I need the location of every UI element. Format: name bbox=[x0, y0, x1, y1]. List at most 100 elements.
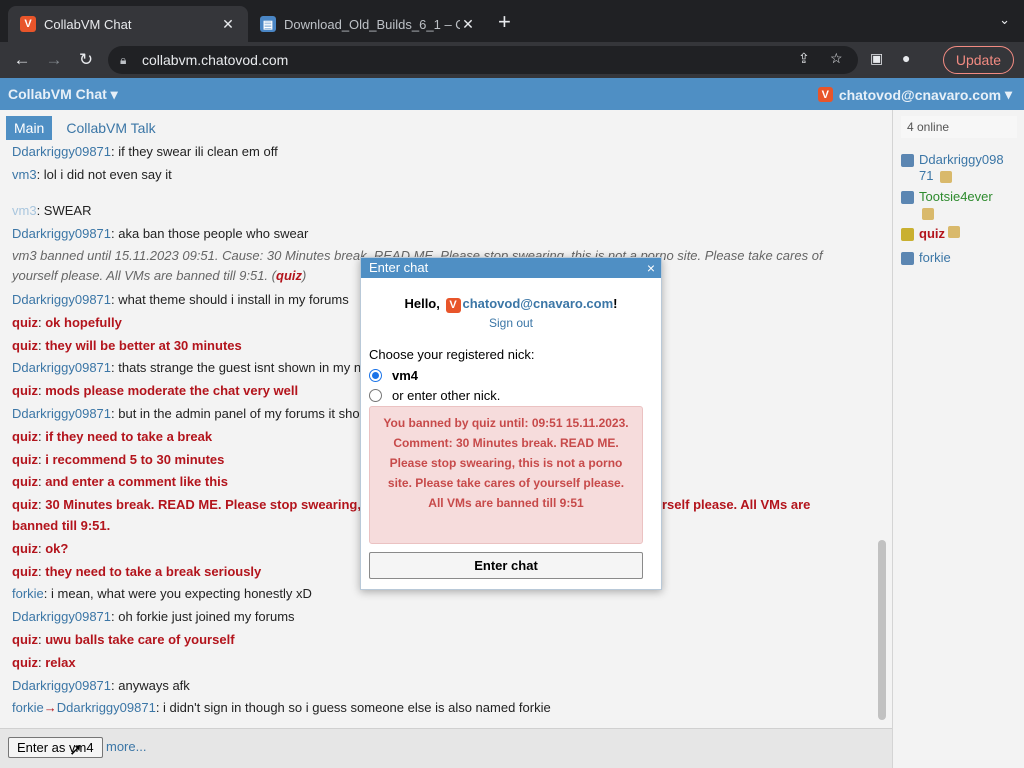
browser-toolbar: ← → ↻ 🔒︎ collabvm.chatovod.com ⇪ ☆ ▣ ● U… bbox=[0, 42, 1024, 78]
message-text: 30 Minutes break. READ ME. Please stop s… bbox=[45, 497, 361, 512]
chat-tabs: Main CollabVM Talk bbox=[6, 116, 170, 140]
user-icon bbox=[901, 228, 914, 241]
update-button[interactable]: Update bbox=[942, 46, 1014, 74]
forward-arrow-icon[interactable]: → bbox=[44, 50, 64, 70]
lock-icon: 🔒︎ bbox=[120, 53, 127, 67]
browser-tabbar: V CollabVM Chat ✕ ▤ Download_Old_Builds_… bbox=[0, 0, 1024, 42]
nick-option-label: vm4 bbox=[392, 368, 419, 383]
sign-out-link[interactable]: Sign out bbox=[361, 316, 661, 330]
message-nick[interactable]: quiz bbox=[12, 338, 38, 353]
radio-unchecked[interactable] bbox=[369, 389, 382, 402]
chatovod-logo-icon: V bbox=[445, 297, 461, 313]
message-text: uwu balls take care of yourself bbox=[45, 632, 235, 647]
message-nick[interactable]: quiz bbox=[12, 429, 38, 444]
message-nick[interactable]: Ddarkriggy09871 bbox=[12, 226, 111, 241]
online-count: 4 online bbox=[901, 116, 1017, 138]
chat-scrollbar[interactable] bbox=[878, 540, 886, 720]
side-panel-icon[interactable]: ▣ bbox=[870, 50, 883, 67]
nick-option-registered[interactable]: vm4 bbox=[369, 368, 418, 383]
chat-message: quiz: uwu balls take care of yourself bbox=[12, 632, 235, 647]
hello-email[interactable]: chatovod@cnavaro.com bbox=[463, 296, 614, 311]
chat-message: Ddarkriggy09871: aka ban those people wh… bbox=[12, 226, 309, 241]
url-text: collabvm.chatovod.com bbox=[142, 52, 289, 68]
user-name: forkie bbox=[919, 250, 951, 265]
tab-collabvm-talk[interactable]: CollabVM Talk bbox=[58, 116, 163, 140]
message-nick[interactable]: quiz bbox=[12, 474, 38, 489]
private-arrow: → bbox=[43, 700, 57, 715]
browser-tab-download[interactable]: ▤ Download_Old_Builds_6_1 – O ✕ bbox=[248, 6, 488, 42]
user-item[interactable]: forkie bbox=[901, 250, 951, 266]
chat-message: forkie→Ddarkriggy09871: i didn't sign in… bbox=[12, 700, 551, 715]
more-link[interactable]: more... bbox=[106, 739, 146, 754]
message-nick[interactable]: Ddarkriggy09871 bbox=[12, 144, 111, 159]
message-text-continued: rself please. All VMs are bbox=[662, 497, 811, 512]
message-text: but in the admin panel of my forums it s… bbox=[118, 406, 360, 421]
share-icon[interactable]: ⇪ bbox=[798, 50, 810, 67]
address-bar[interactable]: 🔒︎ collabvm.chatovod.com bbox=[108, 46, 858, 74]
message-text: they need to take a break seriously bbox=[45, 564, 262, 579]
tab-main[interactable]: Main bbox=[6, 116, 53, 140]
system-by[interactable]: quiz bbox=[276, 268, 302, 283]
bookmark-star-icon[interactable]: ☆ bbox=[830, 50, 843, 67]
message-text: SWEAR bbox=[43, 203, 92, 218]
app-header: CollabVM Chat ▾ V chatovod@cnavaro.com ▾ bbox=[0, 78, 1024, 110]
tab-search-chevron-icon[interactable]: ⌄ bbox=[999, 12, 1010, 28]
message-text: ok hopefully bbox=[45, 315, 122, 330]
user-icon bbox=[901, 191, 914, 204]
message-nick[interactable]: Ddarkriggy09871 bbox=[12, 678, 111, 693]
crown-badge-icon bbox=[948, 226, 960, 238]
message-nick[interactable]: quiz bbox=[12, 452, 38, 467]
message-nick[interactable]: quiz bbox=[12, 541, 38, 556]
message-nick[interactable]: Ddarkriggy09871 bbox=[12, 406, 111, 421]
close-icon[interactable]: × bbox=[647, 258, 655, 278]
message-nick[interactable]: forkie bbox=[12, 700, 44, 715]
user-name: Tootsie4ever bbox=[919, 189, 993, 204]
nick-option-label: or enter other nick. bbox=[392, 388, 501, 403]
chat-title-dropdown[interactable]: CollabVM Chat ▾ bbox=[8, 86, 118, 103]
message-text: if they need to take a break bbox=[45, 429, 213, 444]
message-nick[interactable]: quiz bbox=[12, 383, 38, 398]
tab-close-icon[interactable]: ✕ bbox=[460, 16, 476, 33]
message-nick[interactable]: vm3 bbox=[12, 167, 37, 182]
message-nick[interactable]: quiz bbox=[12, 564, 38, 579]
nick-option-other[interactable]: or enter other nick. bbox=[369, 388, 500, 403]
document-favicon-icon: ▤ bbox=[260, 16, 276, 32]
message-text: mods please moderate the chat very well bbox=[45, 383, 299, 398]
message-text: and enter a comment like this bbox=[45, 474, 229, 489]
reload-icon[interactable]: ↻ bbox=[76, 50, 96, 70]
user-name: Ddarkriggy098 bbox=[919, 152, 1004, 167]
message-nick[interactable]: Ddarkriggy09871 bbox=[12, 360, 111, 375]
message-nick[interactable]: quiz bbox=[12, 655, 38, 670]
message-text: i recommend 5 to 30 minutes bbox=[45, 452, 225, 467]
user-icon bbox=[901, 154, 914, 167]
chatovod-logo-icon: V bbox=[817, 87, 833, 102]
new-tab-icon[interactable]: + bbox=[498, 11, 511, 33]
message-nick[interactable]: forkie bbox=[12, 586, 44, 601]
message-nick[interactable]: Ddarkriggy09871 bbox=[12, 609, 111, 624]
message-text: i mean, what were you expecting honestly… bbox=[51, 586, 312, 601]
message-nick[interactable]: quiz bbox=[12, 632, 38, 647]
message-text: ok? bbox=[45, 541, 69, 556]
chat-title: CollabVM Chat bbox=[8, 86, 107, 102]
message-recipient[interactable]: Ddarkriggy09871 bbox=[57, 700, 156, 715]
message-text: they will be better at 30 minutes bbox=[45, 338, 242, 353]
message-nick[interactable]: quiz bbox=[12, 315, 38, 330]
account-dropdown[interactable]: V chatovod@cnavaro.com ▾ bbox=[817, 86, 1012, 103]
user-item[interactable]: Tootsie4ever bbox=[901, 189, 993, 221]
chat-message: Ddarkriggy09871: oh forkie just joined m… bbox=[12, 609, 295, 624]
message-nick[interactable]: Ddarkriggy09871 bbox=[12, 292, 111, 307]
user-item[interactable]: quiz bbox=[901, 226, 960, 242]
ban-notice: You banned by quiz until: 09:51 15.11.20… bbox=[369, 406, 643, 544]
enter-as-button[interactable]: Enter as vm4 bbox=[8, 737, 103, 758]
profile-icon[interactable]: ● bbox=[902, 50, 910, 66]
user-item[interactable]: Ddarkriggy098 71 bbox=[901, 152, 1004, 184]
browser-tab-collabvm[interactable]: V CollabVM Chat ✕ bbox=[8, 6, 248, 42]
message-nick[interactable]: quiz bbox=[12, 497, 38, 512]
enter-chat-dialog: Enter chat × Hello, Vchatovod@cnavaro.co… bbox=[360, 257, 662, 590]
tab-close-icon[interactable]: ✕ bbox=[220, 16, 236, 33]
user-icon bbox=[901, 252, 914, 265]
radio-checked[interactable] bbox=[369, 369, 382, 382]
back-arrow-icon[interactable]: ← bbox=[12, 50, 32, 70]
enter-chat-button[interactable]: Enter chat bbox=[369, 552, 643, 579]
message-nick[interactable]: vm3 bbox=[12, 203, 37, 218]
